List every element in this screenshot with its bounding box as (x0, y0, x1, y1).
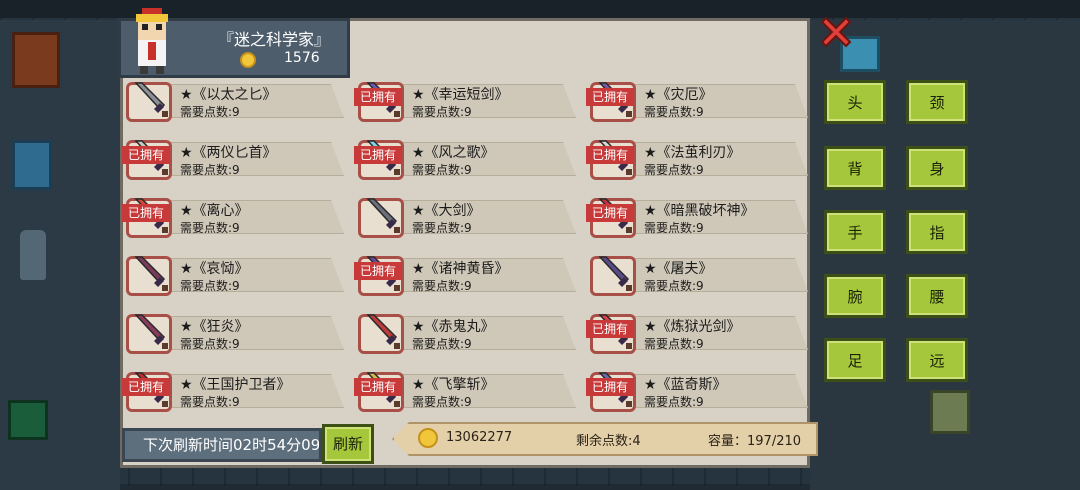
weapon-name: ★《法茧利刃》 (644, 145, 741, 161)
category-button-finger[interactable]: 指 (906, 210, 968, 254)
background-chair (12, 140, 52, 190)
weapon-cost: 需要点数:9 (412, 105, 472, 119)
weapon-name: ★《灾厄》 (644, 87, 713, 103)
weapon-item[interactable]: ★《以太之匕》 需要点数:9 (122, 78, 346, 130)
category-button-neck[interactable]: 颈 (906, 80, 968, 124)
character-title: 『迷之科学家』 (218, 30, 331, 49)
weapon-name: ★《蓝奇斯》 (644, 377, 727, 393)
weapon-name: ★《炼狱光剑》 (644, 319, 741, 335)
weapon-name: ★《以太之匕》 (180, 87, 277, 103)
weapon-name: ★《赤鬼丸》 (412, 319, 495, 335)
sword-icon (134, 314, 168, 349)
weapon-cost: 需要点数:9 (180, 337, 240, 351)
coin-icon (240, 52, 256, 68)
weapon-cost: 需要点数:9 (180, 163, 240, 177)
weapon-name: ★《暗黑破坏神》 (644, 203, 755, 219)
sword-icon (366, 314, 400, 349)
sword-icon (598, 256, 632, 291)
coin-count: 1576 (284, 50, 320, 66)
inventory-capacity: 容量：197/210 (708, 434, 802, 449)
weapon-item[interactable]: 已拥有 ★《蓝奇斯》 需要点数:9 (586, 368, 810, 420)
owned-badge: 已拥有 (354, 146, 402, 164)
weapon-item[interactable]: 已拥有 ★《暗黑破坏神》 需要点数:9 (586, 194, 810, 246)
weapon-item[interactable]: 已拥有 ★《幸运短剑》 需要点数:9 (354, 78, 578, 130)
background-right-item (930, 390, 970, 434)
weapon-name: ★《诸神黄昏》 (412, 261, 509, 277)
sword-icon (134, 82, 168, 117)
weapon-name: ★《大剑》 (412, 203, 481, 219)
owned-badge: 已拥有 (354, 262, 402, 280)
background-vase (20, 230, 46, 280)
category-button-ranged[interactable]: 远 (906, 338, 968, 382)
owned-badge: 已拥有 (586, 378, 634, 396)
background-cabinet (12, 32, 60, 88)
weapon-cost: 需要点数:9 (412, 279, 472, 293)
category-button-waist[interactable]: 腰 (906, 274, 968, 318)
category-button-head[interactable]: 头 (824, 80, 886, 124)
weapon-cost: 需要点数:9 (644, 105, 704, 119)
owned-badge: 已拥有 (122, 378, 170, 396)
weapon-name: ★《两仪匕首》 (180, 145, 277, 161)
owned-badge: 已拥有 (586, 204, 634, 222)
weapon-name: ★《哀恸》 (180, 261, 249, 277)
weapon-name: ★《离心》 (180, 203, 249, 219)
background-floor-tile (8, 400, 48, 440)
weapon-item[interactable]: ★《屠夫》需要点数:9 (586, 252, 810, 304)
weapon-cost: 需要点数:9 (180, 221, 240, 235)
close-icon[interactable] (818, 14, 854, 50)
weapon-name: ★《屠夫》 (644, 261, 713, 277)
weapon-cost: 需要点数:9 (180, 279, 240, 293)
owned-badge: 已拥有 (586, 320, 634, 338)
weapon-cost: 需要点数:9 (644, 337, 704, 351)
owned-badge: 已拥有 (354, 88, 402, 106)
weapon-item[interactable]: 已拥有 ★《王国护卫者》 需要点数:9 (122, 368, 346, 420)
weapon-cost: 需要点数:9 (412, 221, 472, 235)
category-button-foot[interactable]: 足 (824, 338, 886, 382)
weapon-item[interactable]: 已拥有 ★《飞擎斩》 需要点数:9 (354, 368, 578, 420)
weapon-cost: 需要点数:9 (180, 395, 240, 409)
weapon-item[interactable]: 已拥有 ★《风之歌》 需要点数:9 (354, 136, 578, 188)
weapon-item[interactable]: ★《哀恸》需要点数:9 (122, 252, 346, 304)
category-button-body[interactable]: 身 (906, 146, 968, 190)
owned-badge: 已拥有 (122, 204, 170, 222)
scientist-avatar (136, 8, 168, 74)
weapon-cost: 需要点数:9 (412, 337, 472, 351)
gold-coin-icon (418, 428, 438, 448)
weapon-cost: 需要点数:9 (644, 163, 704, 177)
owned-badge: 已拥有 (122, 146, 170, 164)
weapon-grid: ★《以太之匕》 需要点数:9 已拥有 ★《幸运短剑》 需要点数:9 已拥有 ★《灾厄》 需要点… (122, 78, 810, 412)
category-button-hand[interactable]: 手 (824, 210, 886, 254)
weapon-cost: 需要点数:9 (644, 395, 704, 409)
weapon-item[interactable]: ★《赤鬼丸》 需要点数:9 (354, 310, 578, 362)
owned-badge: 已拥有 (354, 378, 402, 396)
refresh-timer: 下次刷新时间02时54分09 (122, 428, 322, 462)
weapon-cost: 需要点数:9 (412, 395, 472, 409)
weapon-item[interactable]: 已拥有 ★《炼狱光剑》 需要点数:9 (586, 310, 810, 362)
weapon-item[interactable]: ★《狂炎》需要点数:9 (122, 310, 346, 362)
weapon-name: ★《风之歌》 (412, 145, 495, 161)
weapon-item[interactable]: 已拥有 ★《离心》需要点数:9 (122, 194, 346, 246)
gold-total: 13062277 (446, 430, 513, 445)
weapon-cost: 需要点数:9 (180, 105, 240, 119)
weapon-item[interactable]: 已拥有 ★《法茧利刃》 需要点数:9 (586, 136, 810, 188)
sword-icon (134, 256, 168, 291)
weapon-cost: 需要点数:9 (644, 279, 704, 293)
weapon-item[interactable]: 已拥有 ★《灾厄》需要点数:9 (586, 78, 810, 130)
weapon-cost: 需要点数:9 (412, 163, 472, 177)
sword-icon (366, 198, 400, 233)
owned-badge: 已拥有 (586, 88, 634, 106)
weapon-name: ★《幸运短剑》 (412, 87, 509, 103)
refresh-button[interactable]: 刷新 (322, 424, 374, 464)
weapon-name: ★《王国护卫者》 (180, 377, 291, 393)
category-button-back[interactable]: 背 (824, 146, 886, 190)
weapon-item[interactable]: 已拥有 ★《两仪匕首》 需要点数:9 (122, 136, 346, 188)
weapon-name: ★《飞擎斩》 (412, 377, 495, 393)
weapon-name: ★《狂炎》 (180, 319, 249, 335)
category-button-wrist[interactable]: 腕 (824, 274, 886, 318)
weapon-item[interactable]: ★《大剑》需要点数:9 (354, 194, 578, 246)
points-remaining: 剩余点数:4 (576, 434, 641, 449)
weapon-item[interactable]: 已拥有 ★《诸神黄昏》 需要点数:9 (354, 252, 578, 304)
weapon-cost: 需要点数:9 (644, 221, 704, 235)
owned-badge: 已拥有 (586, 146, 634, 164)
